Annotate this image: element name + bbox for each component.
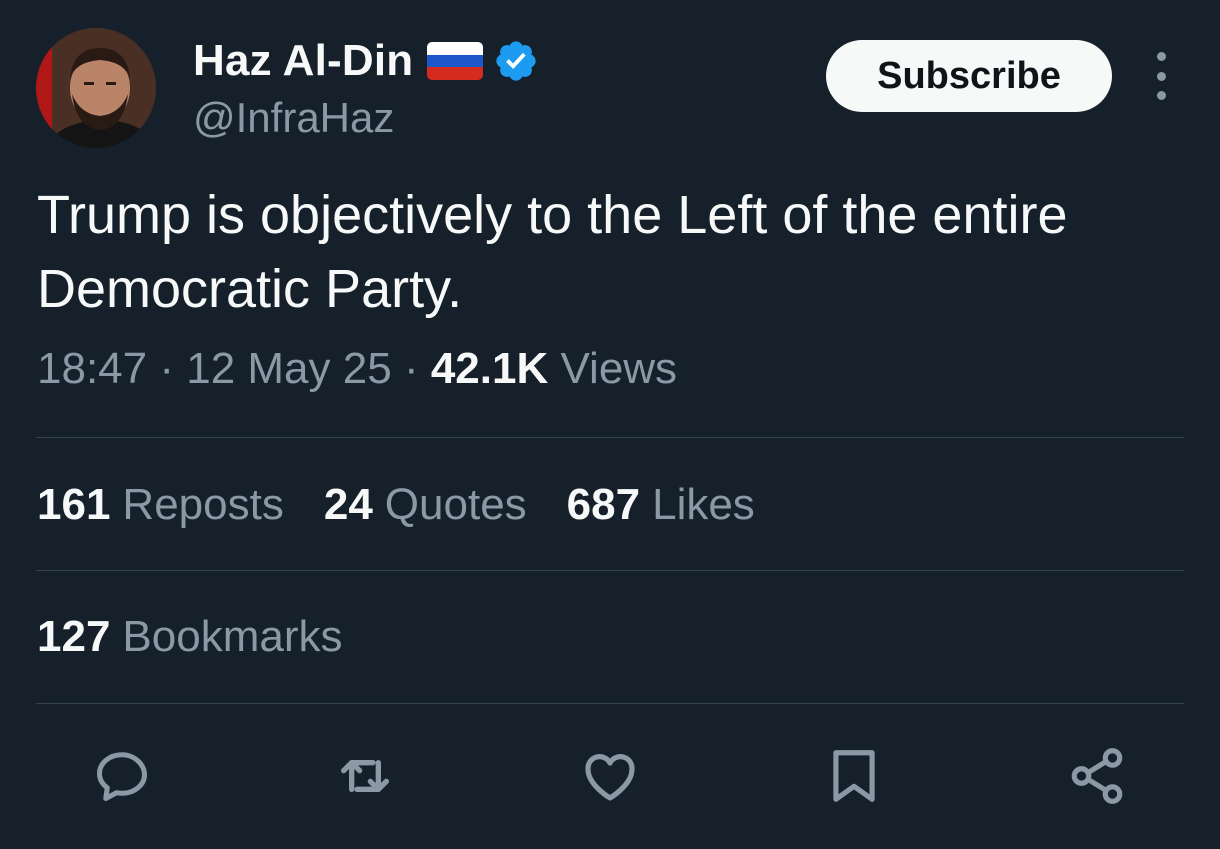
russia-flag-icon — [427, 42, 484, 80]
likes-count: 687 — [566, 480, 641, 529]
more-dot — [1156, 91, 1166, 100]
repost-icon[interactable] — [333, 744, 397, 808]
tweet-date[interactable]: 12 May 25 — [186, 344, 391, 393]
likes-label: Likes — [652, 480, 755, 529]
more-dot — [1156, 71, 1166, 81]
views-label: Views — [560, 344, 678, 393]
divider — [36, 570, 1184, 571]
like-icon[interactable] — [578, 744, 642, 808]
author-display-name[interactable]: Haz Al-Din — [193, 36, 413, 86]
quotes-label: Quotes — [384, 480, 527, 529]
divider — [36, 437, 1184, 438]
bookmarks-stat[interactable]: 127 Bookmarks — [37, 612, 343, 662]
bookmark-icon[interactable] — [822, 744, 886, 808]
reply-icon[interactable] — [90, 744, 154, 808]
tweet-time[interactable]: 18:47 — [37, 344, 147, 393]
bookmarks-label: Bookmarks — [122, 612, 343, 661]
quotes-stat[interactable]: 24 Quotes — [324, 480, 527, 530]
author-avatar[interactable] — [36, 28, 156, 148]
likes-stat[interactable]: 687 Likes — [567, 480, 755, 530]
divider — [36, 703, 1184, 704]
reposts-label: Reposts — [122, 480, 284, 529]
more-dot — [1156, 52, 1166, 61]
subscribe-button[interactable]: Subscribe — [826, 40, 1112, 112]
views-count: 42.1K — [430, 344, 549, 393]
author-handle[interactable]: @InfraHaz — [193, 94, 394, 142]
share-icon[interactable] — [1065, 744, 1129, 808]
more-vertical-icon[interactable] — [1144, 52, 1178, 100]
meta-separator: · — [159, 344, 174, 393]
reposts-count: 161 — [37, 480, 111, 529]
quotes-count: 24 — [323, 480, 373, 529]
tweet-text: Trump is objectively to the Left of the … — [37, 185, 1068, 319]
author-name-row: Haz Al-Din — [193, 34, 539, 88]
reposts-stat[interactable]: 161 Reposts — [37, 480, 284, 530]
meta-separator: · — [403, 344, 419, 393]
engagement-stats: 161 Reposts 24 Quotes 687 Likes — [37, 480, 755, 530]
verified-badge-icon[interactable] — [493, 38, 539, 84]
tweet-meta: 18:47 · 12 May 25 · 42.1K Views — [37, 344, 677, 394]
bookmarks-count: 127 — [37, 612, 111, 661]
